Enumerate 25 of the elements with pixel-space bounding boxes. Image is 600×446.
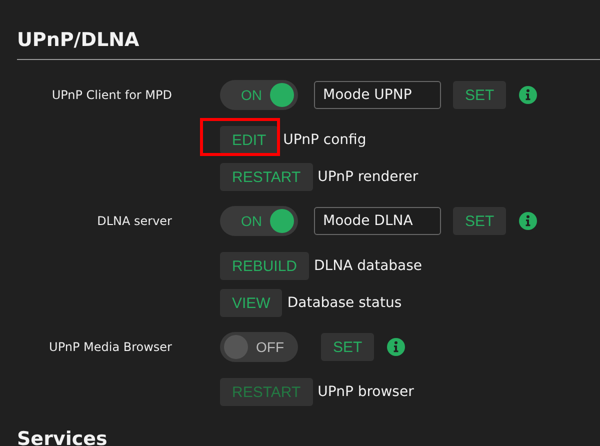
- action-button[interactable]: EDIT: [220, 126, 278, 154]
- action-description: Database status: [287, 295, 402, 311]
- action-description: DLNA database: [314, 258, 422, 274]
- toggle-switch[interactable]: OFF: [220, 332, 298, 362]
- set-button[interactable]: SET: [453, 81, 506, 109]
- info-icon[interactable]: [387, 338, 406, 356]
- setting-label: DLNA server: [96, 214, 172, 228]
- action-button[interactable]: VIEW: [220, 289, 282, 317]
- action-description: UPnP browser: [318, 384, 414, 400]
- action-button[interactable]: RESTART: [220, 163, 313, 191]
- section-heading: Services: [17, 428, 108, 446]
- section-heading: UPnP/DLNA: [17, 28, 140, 51]
- set-button[interactable]: SET: [453, 207, 506, 235]
- action-description: UPnP config: [283, 132, 366, 148]
- name-field[interactable]: Moode DLNA: [314, 207, 441, 235]
- action-description: UPnP renderer: [318, 169, 418, 185]
- toggle-switch[interactable]: ON: [220, 206, 298, 236]
- action-button[interactable]: REBUILD: [220, 252, 310, 280]
- name-field[interactable]: Moode UPNP: [314, 81, 441, 109]
- set-button[interactable]: SET: [321, 333, 374, 361]
- toggle-switch[interactable]: ON: [220, 80, 298, 110]
- setting-label: UPnP Client for MPD: [50, 88, 172, 102]
- info-icon[interactable]: [519, 86, 538, 104]
- info-icon[interactable]: [519, 212, 538, 230]
- setting-label: UPnP Media Browser: [48, 340, 172, 354]
